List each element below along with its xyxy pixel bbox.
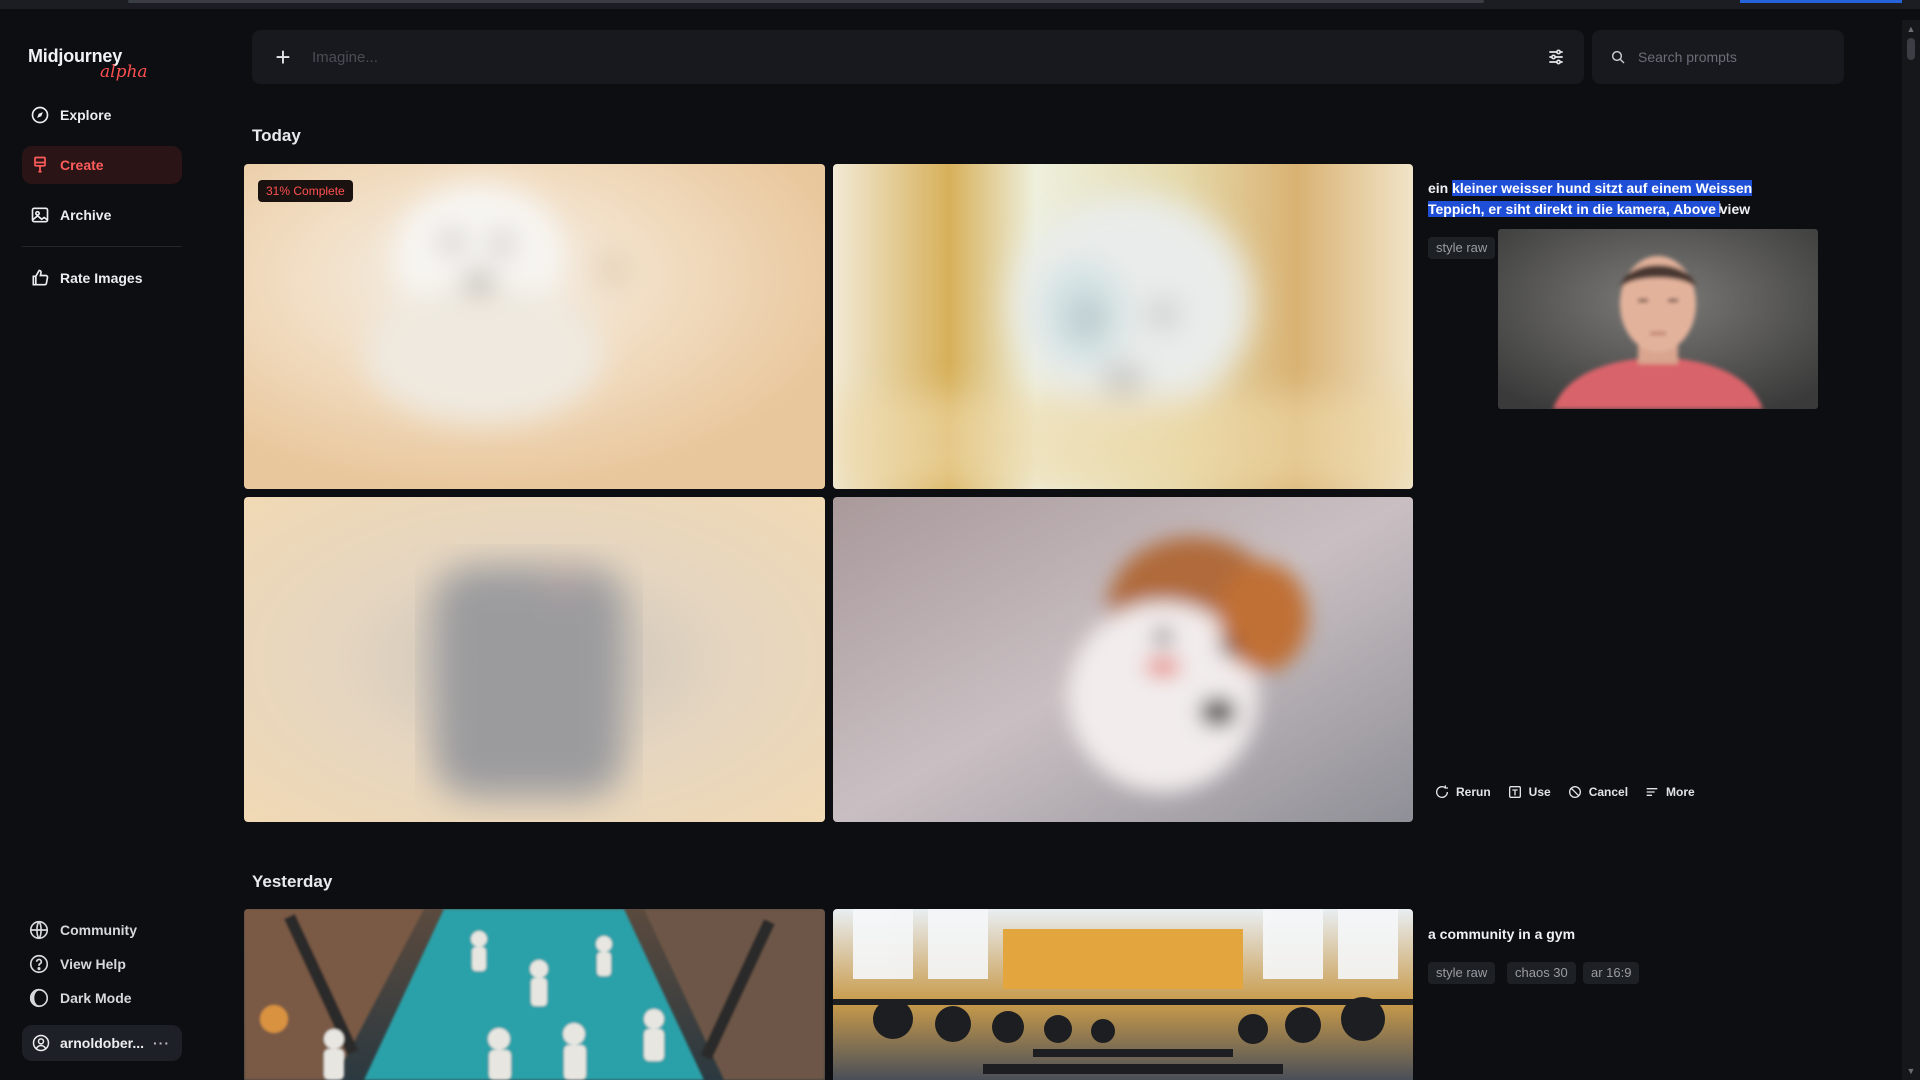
sidebar-item-label: View Help [60,956,126,972]
prompt-text-today[interactable]: ein kleiner weisser hund sitzt auf einem… [1428,178,1768,220]
sidebar-item-label: Community [60,922,137,938]
brush-icon [34,156,46,173]
page-scrollbar[interactable]: ▲ ▼ [1902,20,1920,1080]
search-prompts-input[interactable] [1636,48,1844,66]
sidebar: Midjourney alpha Explore Create Archive … [0,0,200,1080]
prompt-text-tail: view [1719,201,1751,217]
more-icon [1646,788,1658,796]
tag-chaos[interactable]: chaos 30 [1507,962,1576,984]
globe-icon [29,920,49,940]
sidebar-item-label: Create [60,157,104,173]
plus-icon[interactable]: + [270,44,296,70]
user-account-button[interactable]: arnoldober... ··· [22,1025,182,1061]
more-label: More [1666,785,1695,799]
today-actions: Rerun Use Cancel More [1434,784,1695,800]
user-avatar-icon [32,1034,50,1052]
sidebar-item-community[interactable]: Community [28,919,137,941]
generated-image-2[interactable] [833,164,1413,489]
settings-sliders-icon[interactable] [1542,43,1570,71]
sidebar-item-label: Rate Images [60,270,143,286]
scroll-up-icon[interactable]: ▲ [1906,24,1916,34]
generated-image-3[interactable] [244,497,825,822]
cancel-button[interactable]: Cancel [1567,784,1628,800]
prompt-text-selected: kleiner weisser hund sitzt auf einem Wei… [1428,180,1753,217]
use-icon [1508,786,1521,798]
sidebar-item-label: Explore [60,107,112,123]
section-title-today: Today [252,126,301,145]
sidebar-item-explore[interactable]: Explore [22,96,182,134]
rerun-icon [1436,785,1449,798]
use-label: Use [1528,785,1551,799]
prompt-text-plain: ein [1428,180,1453,196]
moon-icon [29,988,49,1008]
sidebar-item-label: Archive [60,207,112,223]
help-icon [29,954,49,974]
generated-image-4[interactable] [833,497,1413,822]
generated-image-gym-1[interactable] [244,909,825,1080]
search-bar [1592,30,1844,84]
sidebar-item-dark-mode[interactable]: Dark Mode [28,987,132,1009]
search-icon [1611,50,1625,64]
sidebar-item-view-help[interactable]: View Help [28,953,126,975]
brand-tag: alpha [100,62,148,82]
thumbs-up-icon [32,269,49,286]
sidebar-divider [22,246,182,247]
compass-icon [31,106,49,124]
rerun-button[interactable]: Rerun [1434,784,1491,800]
use-button[interactable]: Use [1507,784,1551,800]
user-menu-icon[interactable]: ··· [153,1035,170,1051]
progress-badge: 31% Complete [258,180,353,202]
sidebar-item-rate-images[interactable]: Rate Images [22,259,182,297]
cancel-label: Cancel [1588,785,1629,799]
tag-aspect-ratio[interactable]: ar 16:9 [1583,962,1640,984]
webcam-overlay [1498,229,1818,409]
cancel-icon [1568,786,1581,798]
scrollbar-thumb[interactable] [1907,38,1915,60]
section-title-yesterday: Yesterday [252,872,333,891]
rerun-label: Rerun [1456,785,1491,799]
generated-image-1[interactable] [244,164,825,489]
tag-style-raw[interactable]: style raw [1428,962,1496,984]
tag-style-raw[interactable]: style raw [1428,237,1496,259]
more-button[interactable]: More [1644,784,1695,800]
scroll-down-icon[interactable]: ▼ [1906,1066,1916,1076]
sidebar-item-label: Dark Mode [60,990,132,1006]
generated-image-gym-2[interactable] [833,909,1413,1080]
sidebar-item-create[interactable]: Create [22,146,182,184]
image-icon [31,207,49,223]
username: arnoldober... [59,1035,144,1051]
imagine-input[interactable] [310,47,1542,67]
browser-top-strip [0,0,1920,9]
imagine-bar: + [252,30,1584,84]
tab-progress-track [128,0,1484,3]
text-cursor-icon: I [1718,200,1722,216]
sidebar-item-archive[interactable]: Archive [22,196,182,234]
app-logo[interactable]: Midjourney alpha [28,46,148,82]
prompt-text-yesterday[interactable]: a community in a gym [1428,924,1768,945]
tab-accent [1740,0,1902,3]
